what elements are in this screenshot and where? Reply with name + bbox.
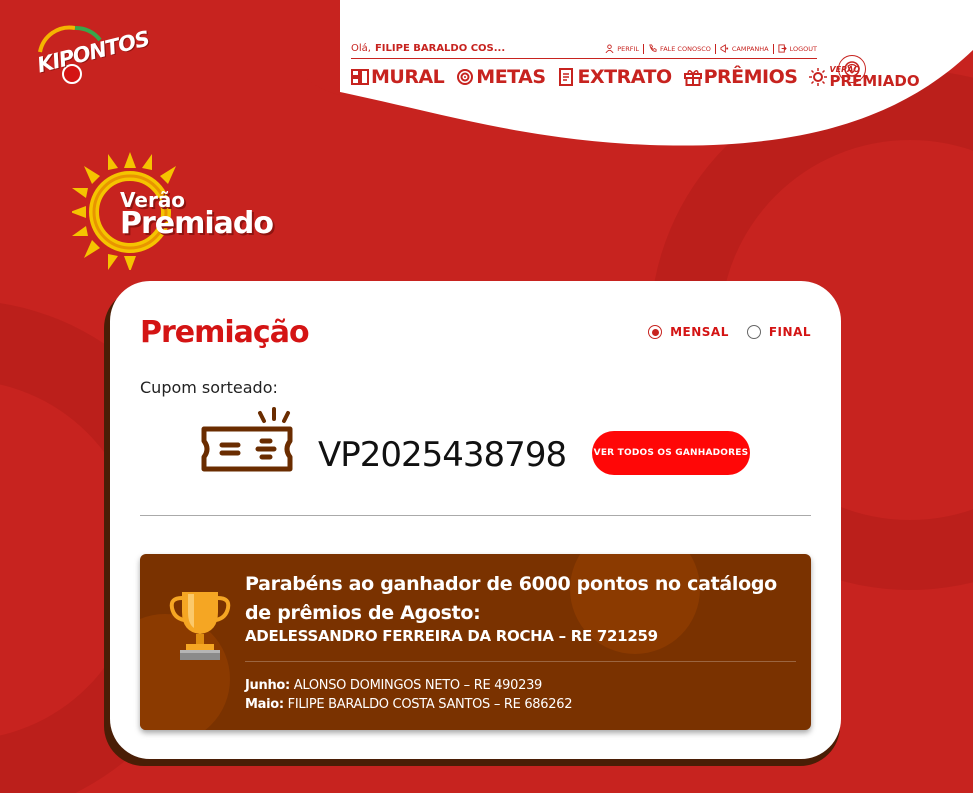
- main-nav: MURAL METAS EXTRATO PRÊMIOS VERÃO PREMIA…: [351, 66, 920, 89]
- nav-mural[interactable]: MURAL: [351, 66, 445, 88]
- radio-dot[interactable]: [648, 325, 663, 339]
- greeting: Olá, FILIPE BARALDO COS...: [351, 43, 506, 54]
- sun-icon: [809, 68, 828, 86]
- contact-link[interactable]: FALE CONOSCO: [648, 44, 711, 53]
- phone-icon: [649, 44, 657, 52]
- trophy-icon: [169, 592, 231, 660]
- winner-name: ADELESSANDRO FERREIRA DA ROCHA – RE 7212…: [245, 627, 658, 645]
- user-icon: [605, 44, 614, 53]
- radio-final[interactable]: FINAL: [746, 325, 811, 339]
- separator: [714, 43, 716, 54]
- period-radio-group: MENSAL FINAL: [648, 325, 811, 339]
- user-name: FILIPE BARALDO COS...: [374, 43, 506, 54]
- megaphone-icon: [720, 44, 728, 53]
- nav-extrato[interactable]: EXTRATO: [558, 66, 672, 88]
- radio-mensal[interactable]: MENSAL: [648, 325, 729, 339]
- nav-metas[interactable]: METAS: [456, 66, 546, 88]
- kipontos-logo[interactable]: KIPONTOS: [30, 22, 151, 92]
- previous-winner: Maio: FILIPE BARALDO COSTA SANTOS – RE 6…: [245, 697, 573, 712]
- view-all-winners-button[interactable]: VER TODOS OS GANHADORES: [592, 431, 750, 475]
- badge-icon: [844, 61, 860, 77]
- ticket-icon: [201, 407, 293, 472]
- campaign-link[interactable]: CAMPANHA: [720, 44, 769, 53]
- winner-divider: [245, 661, 796, 662]
- top-links: PERFIL FALE CONOSCO CAMPANHA LOGOUT: [605, 43, 817, 54]
- logout-link[interactable]: LOGOUT: [778, 44, 817, 53]
- winner-headline: Parabéns ao ganhador de 6000 pontos no c…: [245, 573, 777, 624]
- gift-icon: [683, 70, 702, 86]
- page-title: Premiação: [140, 315, 310, 350]
- separator: [643, 43, 645, 54]
- logout-icon: [778, 44, 787, 53]
- premiacao-card: Premiação MENSAL FINAL Cupom sorteado: V…: [110, 281, 841, 759]
- mural-icon: [351, 69, 369, 85]
- divider: [140, 515, 811, 516]
- campaign-badge-button[interactable]: [838, 55, 866, 83]
- receipt-icon: [558, 68, 573, 86]
- winner-banner: Parabéns ao ganhador de 6000 pontos no c…: [140, 554, 811, 730]
- target-icon: [457, 69, 474, 85]
- radio-dot[interactable]: [746, 325, 761, 339]
- coupon-label: Cupom sorteado:: [140, 378, 278, 397]
- header-top-bar: Olá, FILIPE BARALDO COS... PERFIL FALE CO…: [351, 39, 817, 59]
- nav-premios[interactable]: PRÊMIOS: [683, 66, 798, 88]
- verao-premiado-logo: Verão Premiado: [72, 150, 282, 270]
- previous-winner: Junho: ALONSO DOMINGOS NETO – RE 490239: [245, 678, 543, 693]
- coupon-code: VP2025438798: [318, 435, 567, 475]
- profile-link[interactable]: PERFIL: [605, 44, 639, 53]
- hero-logo-line2: Premiado: [120, 206, 274, 241]
- separator: [772, 43, 774, 54]
